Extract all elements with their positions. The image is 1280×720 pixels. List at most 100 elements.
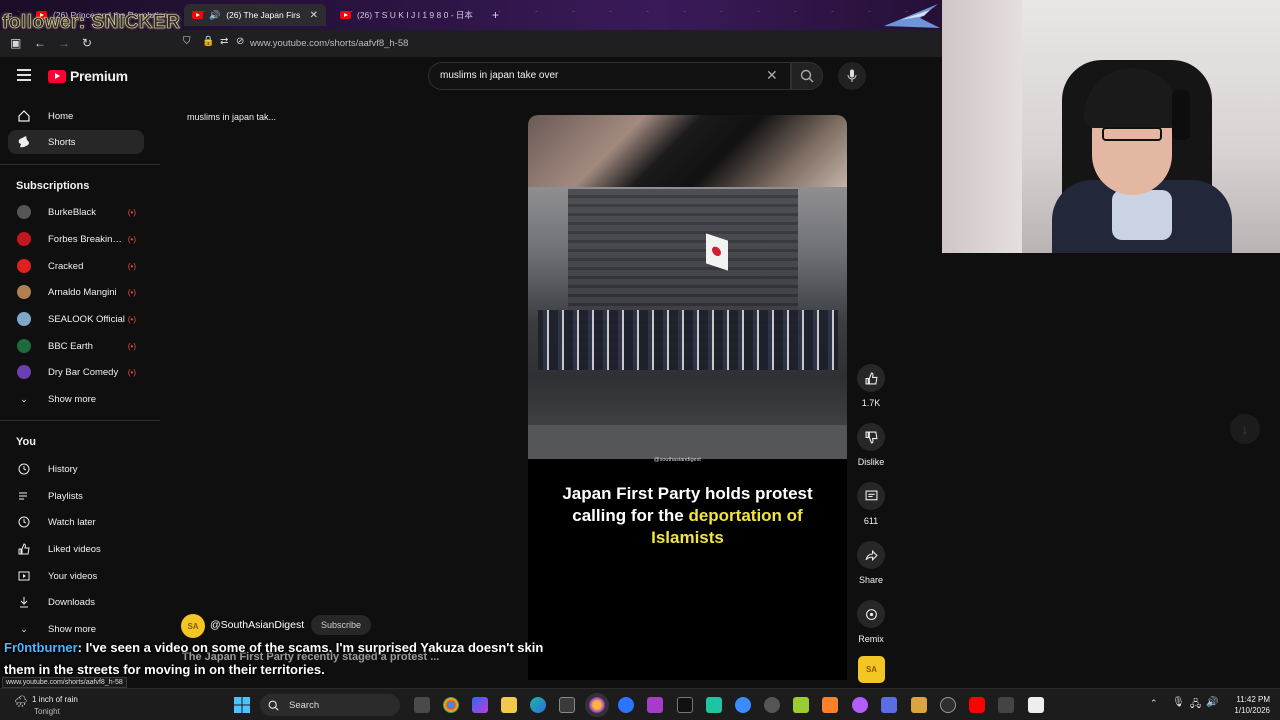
youtube-app-icon[interactable] <box>969 697 985 713</box>
sidebar-show-more[interactable]: ⌄ Show more <box>8 387 144 411</box>
obs-icon[interactable] <box>940 697 956 713</box>
live-icon: (•) <box>127 367 136 377</box>
shield-icon[interactable]: ⛉ <box>183 36 191 47</box>
volume-icon[interactable]: 🔊 <box>1206 697 1218 708</box>
downloads-icon <box>16 594 32 610</box>
app-orange-icon[interactable] <box>822 697 838 713</box>
search-query-label: muslims in japan tak... <box>187 112 277 122</box>
sidebar-toggle-icon[interactable]: ▣ <box>10 36 21 50</box>
sidebar-item-arnaldo-mangini[interactable]: Arnaldo Mangini (•) <box>8 280 144 304</box>
sidebar-item-label: Arnaldo Mangini <box>48 286 117 298</box>
caption-line: calling for the <box>572 506 689 525</box>
app-green-icon[interactable] <box>793 697 809 713</box>
back-icon[interactable]: ← <box>34 36 46 50</box>
edge-icon[interactable] <box>530 697 546 713</box>
subscriptions-heading: Subscriptions <box>16 180 90 192</box>
copilot-icon[interactable] <box>472 697 488 713</box>
caption-line: Japan First Party holds protest <box>562 484 813 503</box>
remix-button[interactable]: Remix <box>849 600 893 644</box>
firefox-icon[interactable] <box>589 697 605 713</box>
sidebar-item-cracked[interactable]: Cracked (•) <box>8 254 144 278</box>
avatar <box>17 232 31 246</box>
sidebar-item-dry-bar-comedy[interactable]: Dry Bar Comedy (•) <box>8 360 144 384</box>
video-street <box>528 425 847 459</box>
tab-title: (26) The Japan First Party re <box>226 10 300 20</box>
lock-icon[interactable]: 🔒 <box>202 36 214 47</box>
task-view-icon[interactable] <box>414 697 430 713</box>
sidebar-item-watch-later[interactable]: Watch later <box>8 510 144 534</box>
subscribe-button[interactable]: Subscribe <box>311 615 372 635</box>
dislike-button[interactable]: Dislike <box>849 423 893 467</box>
chevron-up-icon[interactable]: ⌃ <box>1150 698 1158 709</box>
avatar <box>17 259 31 273</box>
channel-avatar[interactable]: SA <box>181 614 205 638</box>
like-button[interactable]: 1.7K <box>849 364 893 408</box>
comments-button[interactable]: 611 <box>849 482 893 526</box>
terminal-icon[interactable] <box>677 697 693 713</box>
url-field[interactable]: www.youtube.com/shorts/aafvf8_h-58 <box>250 38 408 49</box>
app-purple-icon[interactable] <box>852 697 868 713</box>
settings-icon[interactable] <box>764 697 780 713</box>
status-bar-url: www.youtube.com/shorts/aafvf8_h-58 <box>2 677 127 688</box>
sidebar-item-playlists[interactable]: Playlists <box>8 484 144 508</box>
app-blue-icon[interactable] <box>735 697 751 713</box>
browser-tab-3[interactable]: (26) T S U K I J I 1 9 8 0 - 日本 <box>332 4 482 26</box>
sidebar-item-bbc-earth[interactable]: BBC Earth (•) <box>8 334 144 358</box>
search-input[interactable] <box>440 70 760 81</box>
comment-icon <box>865 490 877 500</box>
notepad-icon[interactable] <box>1028 697 1044 713</box>
logo-text: Premium <box>70 68 128 84</box>
app-indigo-icon[interactable] <box>881 697 897 713</box>
network-icon[interactable]: 🖧 <box>1190 697 1201 714</box>
forward-icon[interactable]: → <box>58 36 70 50</box>
search-button[interactable] <box>791 62 823 90</box>
sidebar-item-downloads[interactable]: Downloads <box>8 590 144 614</box>
camera-blocked-icon[interactable]: ⊘ <box>236 36 244 47</box>
you-heading: You <box>16 436 36 448</box>
sidebar-divider <box>0 164 160 165</box>
sidebar-item-shorts[interactable]: Shorts <box>8 130 144 154</box>
new-tab-button[interactable]: + <box>484 4 504 26</box>
app-gold-icon[interactable] <box>911 697 927 713</box>
sidebar-item-forbes[interactable]: Forbes Breaking ... (•) <box>8 227 144 251</box>
sidebar-item-home[interactable]: Home <box>8 104 144 128</box>
app-teal-icon[interactable] <box>706 697 722 713</box>
sidebar-item-burkeblack[interactable]: BurkeBlack (•) <box>8 200 144 224</box>
shorts-video-player[interactable]: @southasiandigest Japan First Party hold… <box>528 115 847 680</box>
channel-thumbnail[interactable]: SA <box>858 656 885 683</box>
file-explorer-icon[interactable] <box>501 697 517 713</box>
chrome-icon[interactable] <box>443 697 459 713</box>
sidebar-item-label: SEALOOK Official <box>48 313 125 325</box>
taskbar-search[interactable]: Search <box>260 694 400 716</box>
tab-close-icon[interactable]: ✕ <box>310 10 318 21</box>
store-icon[interactable] <box>559 697 575 713</box>
reload-icon[interactable]: ↻ <box>82 36 92 50</box>
sidebar-item-history[interactable]: History <box>8 457 144 481</box>
share-icon <box>865 549 878 561</box>
windows-start-icon[interactable] <box>234 697 250 713</box>
microphone-tray-icon[interactable]: 🎙 <box>1172 697 1185 708</box>
next-video-button[interactable]: ↓ <box>1230 414 1260 444</box>
clear-search-icon[interactable]: ✕ <box>766 67 778 84</box>
channel-name[interactable]: @SouthAsianDigest <box>210 619 304 631</box>
system-clock[interactable]: 11:42 PM 1/10/2026 <box>1224 694 1270 716</box>
sidebar-item-label: Home <box>48 110 74 122</box>
sidebar-item-sealook[interactable]: SEALOOK Official (•) <box>8 307 144 331</box>
sidebar-item-liked-videos[interactable]: Liked videos <box>8 537 144 561</box>
menu-icon[interactable] <box>17 69 31 81</box>
home-icon <box>16 108 32 124</box>
sidebar-item-your-videos[interactable]: Your videos <box>8 564 144 588</box>
app-p-icon[interactable] <box>647 697 663 713</box>
voice-search-button[interactable] <box>838 62 866 90</box>
avatar <box>17 365 31 379</box>
share-button[interactable]: Share <box>849 541 893 585</box>
thumbs-up-icon <box>865 372 878 384</box>
youtube-premium-logo[interactable]: Premium <box>48 68 128 84</box>
cursor-app-icon[interactable] <box>998 697 1014 713</box>
search-box[interactable] <box>428 62 791 90</box>
permissions-icon[interactable]: ⇄ <box>220 36 228 47</box>
microphone-icon <box>847 69 857 82</box>
browser-tab-2[interactable]: 🔊 (26) The Japan First Party re ✕ <box>184 4 326 26</box>
live-icon: (•) <box>127 261 136 271</box>
messenger-icon[interactable] <box>618 697 634 713</box>
